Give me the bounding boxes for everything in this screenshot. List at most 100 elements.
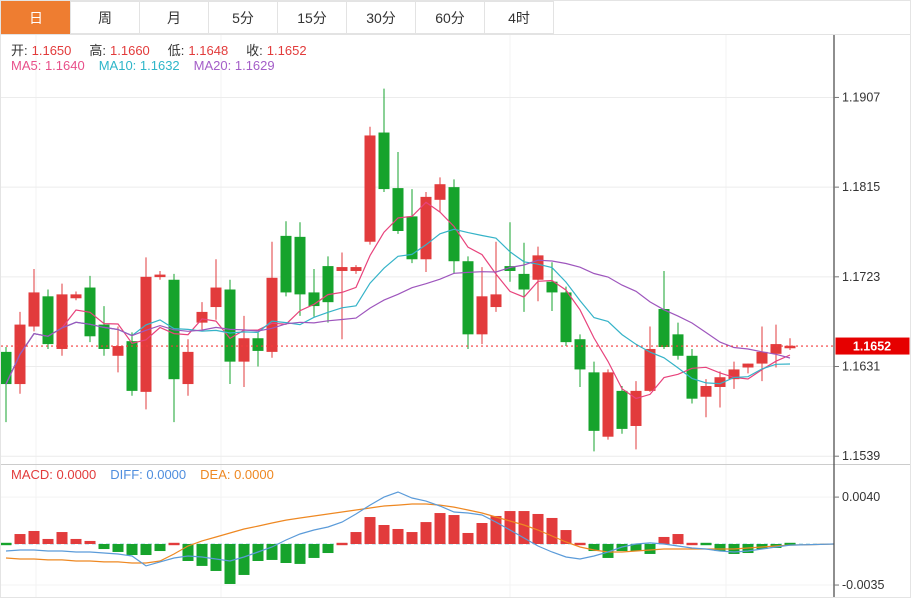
macd-hist-bar <box>127 544 138 555</box>
macd-hist-bar <box>323 544 334 553</box>
tab-week[interactable]: 周 <box>70 1 140 34</box>
price-axis-label: 1.1907 <box>842 90 880 104</box>
macd-legend: MACD: 0.0000 DIFF: 0.0000 DEA: 0.0000 <box>11 467 288 482</box>
candle-body <box>407 216 418 259</box>
macd-hist-bar <box>575 543 586 545</box>
ohlc-high-label: 高: <box>89 43 106 58</box>
candle-body <box>757 352 768 364</box>
macd-hist-bar <box>701 543 712 545</box>
candle-body <box>71 294 82 298</box>
candle-body <box>281 236 292 293</box>
macd-hist-bar <box>57 532 68 544</box>
candle-body <box>477 296 488 334</box>
tab-4hour[interactable]: 4时 <box>484 1 554 34</box>
macd-hist-bar <box>15 534 26 544</box>
timeframe-tabbar: 日周月5分15分30分60分4时 <box>1 1 910 34</box>
candle-body <box>225 289 236 361</box>
candle-body <box>379 133 390 190</box>
macd-hist-bar <box>463 533 474 544</box>
candle-body <box>365 135 376 241</box>
macd-hist-bar <box>659 537 670 544</box>
candle-body <box>645 349 656 391</box>
macd-hist-bar <box>225 544 236 584</box>
candle-body <box>449 187 460 261</box>
ohlc-high-value: 1.1660 <box>110 43 150 58</box>
candle-body <box>519 274 530 290</box>
ohlc-low: 低:1.1648 <box>168 43 232 58</box>
macd-hist-bar <box>99 544 110 549</box>
candle-body <box>1 352 12 384</box>
tab-day[interactable]: 日 <box>1 1 71 34</box>
tab-month[interactable]: 月 <box>139 1 209 34</box>
candle-body <box>603 372 614 436</box>
candle-body <box>533 255 544 279</box>
macd-hist-bar <box>113 544 124 552</box>
macd-hist-bar <box>547 518 558 544</box>
ma-legend: MA5: 1.1640MA10: 1.1632MA20: 1.1629 <box>11 58 289 73</box>
ohlc-low-value: 1.1648 <box>188 43 228 58</box>
ohlc-legend: 开:1.1650 高: 1.1660 低:1.1648 收: 1.1652 <box>11 40 325 59</box>
candle-body <box>295 237 306 295</box>
ohlc-close-label: 收: <box>246 43 263 58</box>
candle-body <box>701 386 712 397</box>
ohlc-open: 开:1.1650 <box>11 43 75 58</box>
tab-60min[interactable]: 60分 <box>415 1 485 34</box>
ma-item-ma20: MA20: 1.1629 <box>194 58 275 73</box>
candle-body <box>351 267 362 271</box>
ohlc-close-value: 1.1652 <box>267 43 307 58</box>
price-axis-label: 1.1631 <box>842 360 880 374</box>
price-axis-label: 1.1539 <box>842 449 880 463</box>
candle-body <box>127 341 138 391</box>
ma10-line <box>6 229 790 384</box>
macd-hist-bar <box>449 515 460 544</box>
candle-body <box>575 339 586 369</box>
kline-chart[interactable]: 1.19071.18151.17231.16311.15390.0040-0.0… <box>1 1 911 598</box>
candle-body <box>141 277 152 392</box>
candle-body <box>673 334 684 355</box>
tab-30min[interactable]: 30分 <box>346 1 416 34</box>
candle-body <box>197 312 208 323</box>
macd-hist-bar <box>169 543 180 545</box>
candle-body <box>43 296 54 344</box>
macd-hist-bar <box>155 544 166 551</box>
candle-body <box>155 275 166 278</box>
ma-item-ma5: MA5: 1.1640 <box>11 58 85 73</box>
candle-body <box>183 352 194 384</box>
macd-item-macd: MACD: 0.0000 <box>11 467 96 482</box>
candle-body <box>561 292 572 342</box>
price-axis-label: 1.1815 <box>842 180 880 194</box>
candle-body <box>743 364 754 368</box>
candle-body <box>267 278 278 352</box>
macd-item-diff: DIFF: 0.0000 <box>110 467 186 482</box>
candle-body <box>687 356 698 399</box>
candle-body <box>239 338 250 361</box>
ohlc-close: 收: 1.1652 <box>246 43 310 58</box>
macd-item-dea: DEA: 0.0000 <box>200 467 274 482</box>
macd-hist-bar <box>71 539 82 544</box>
macd-hist-bar <box>351 532 362 544</box>
macd-hist-bar <box>393 529 404 544</box>
candle-body <box>211 288 222 307</box>
candle-body <box>659 309 670 347</box>
candle-body <box>393 188 404 231</box>
tab-15min[interactable]: 15分 <box>277 1 347 34</box>
ohlc-open-value: 1.1650 <box>32 43 72 58</box>
candle-body <box>253 338 264 351</box>
macd-axis-label: -0.0035 <box>842 578 884 592</box>
tab-5min[interactable]: 5分 <box>208 1 278 34</box>
macd-hist-bar <box>29 531 40 544</box>
ohlc-high: 高: 1.1660 <box>89 43 153 58</box>
macd-hist-bar <box>141 544 152 555</box>
macd-hist-bar <box>197 544 208 566</box>
macd-hist-bar <box>407 532 418 544</box>
candle-body <box>435 184 446 200</box>
candle-body <box>113 346 124 356</box>
macd-hist-bar <box>421 522 432 544</box>
macd-hist-bar <box>239 544 250 575</box>
macd-hist-bar <box>365 517 376 544</box>
macd-hist-bar <box>645 544 656 554</box>
candle-body <box>617 391 628 429</box>
macd-hist-bar <box>687 543 698 545</box>
candle-body <box>57 294 68 349</box>
kline-app: 日周月5分15分30分60分4时 开:1.1650 高: 1.1660 低:1.164… <box>0 0 911 598</box>
